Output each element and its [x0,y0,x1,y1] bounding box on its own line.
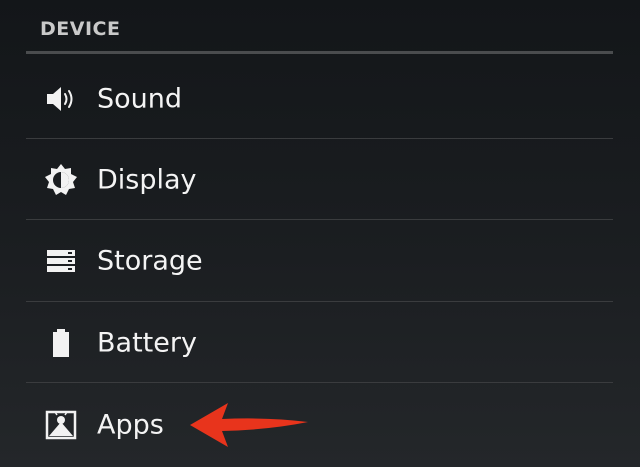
settings-item-battery[interactable]: Battery [26,302,613,384]
battery-icon [44,326,78,360]
settings-item-apps[interactable]: Apps [26,384,613,466]
storage-icon [44,244,78,278]
settings-item-label: Battery [97,327,197,359]
settings-item-sound[interactable]: Sound [26,58,613,140]
settings-item-label: Apps [97,409,164,441]
settings-item-label: Display [97,164,197,196]
section-header-device: DEVICE [40,18,121,40]
section-divider [26,51,613,54]
row-divider [26,382,613,383]
settings-item-label: Storage [97,245,203,277]
apps-icon [44,408,78,442]
settings-item-display[interactable]: Display [26,139,613,221]
red-arrow-icon [188,400,310,450]
settings-item-storage[interactable]: Storage [26,220,613,302]
settings-item-label: Sound [97,83,183,115]
brightness-icon [44,163,78,197]
speaker-icon [44,82,78,116]
